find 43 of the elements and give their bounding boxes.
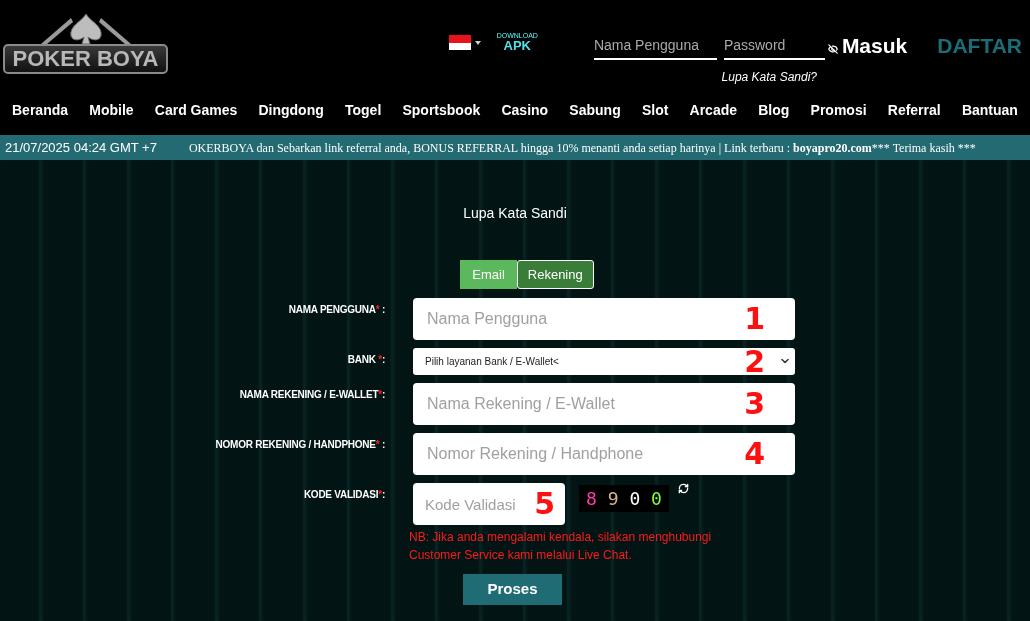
tab[interactable]: Rekening [516, 260, 594, 289]
nav-link[interactable]: Beranda [12, 99, 69, 121]
field-label: KODE VALIDASI*: [303, 488, 385, 502]
nav-link[interactable]: Card Games [154, 99, 238, 121]
number-marker: 5 [534, 489, 555, 519]
username-field[interactable]: Nama Pengguna [593, 32, 717, 60]
datetime: 21/07/2025 04:24 GMT +7 [5, 138, 157, 157]
nav-link[interactable]: Mobile [89, 99, 134, 121]
login-button[interactable]: Masuk [841, 35, 908, 56]
number-marker: 2 [744, 346, 765, 377]
nav-link[interactable]: Dingdong [258, 99, 324, 121]
nav-link[interactable]: Slot [641, 99, 669, 121]
field-label: BANK *: [347, 353, 385, 367]
number-marker: 4 [744, 439, 765, 469]
logo-text: POKER BOYA [12, 48, 159, 70]
nav-link[interactable]: Referral [887, 99, 941, 121]
news-ticker: OKERBOYA dan Sebarkan link referral anda, BONUS REFERRAL hingga 10% menanti anda setiap harinya | Link terbaru : boyapro20.com*** Terima kasih *** [188, 139, 976, 157]
nav-link[interactable]: Sportsbook [402, 99, 481, 121]
number-marker: 1 [744, 304, 765, 334]
nav-link[interactable]: Arcade [689, 99, 738, 121]
field-label: NAMA PENGGUNA* : [288, 303, 385, 317]
nav-link[interactable]: Bantuan [961, 99, 1018, 121]
captcha-image: 8 9 0 0 [586, 489, 662, 508]
nav-link[interactable]: Blog [758, 99, 790, 121]
password-field[interactable]: Password [723, 32, 825, 60]
nav-link[interactable]: Casino [501, 99, 549, 121]
refresh-icon[interactable] [678, 483, 689, 494]
nav-link[interactable]: Promosi [810, 99, 867, 121]
nav-link[interactable]: Togel [345, 99, 382, 121]
submit-button[interactable]: Proses [463, 574, 562, 605]
number-marker: 3 [744, 389, 765, 419]
language-selector[interactable] [448, 35, 481, 50]
flag-icon [448, 35, 471, 50]
field-label: NOMOR REKENING / HANDPHONE* : [215, 438, 385, 452]
nav-link[interactable]: Sabung [569, 99, 621, 121]
forgot-password-link[interactable]: Lupa Kata Sandi? [721, 68, 817, 86]
register-button[interactable]: DAFTAR [937, 35, 1022, 56]
help-note: NB: Jika anda mengalami kendala, silakan menghubungi Customer Service kami melalui Live Chat. [409, 529, 713, 564]
caret-icon [474, 40, 481, 45]
eye-off-icon[interactable] [827, 44, 838, 54]
field-label: NAMA REKENING / E-WALLET*: [239, 388, 385, 402]
page-title: Lupa Kata Sandi [463, 204, 567, 223]
apk-label: APK [503, 39, 531, 52]
